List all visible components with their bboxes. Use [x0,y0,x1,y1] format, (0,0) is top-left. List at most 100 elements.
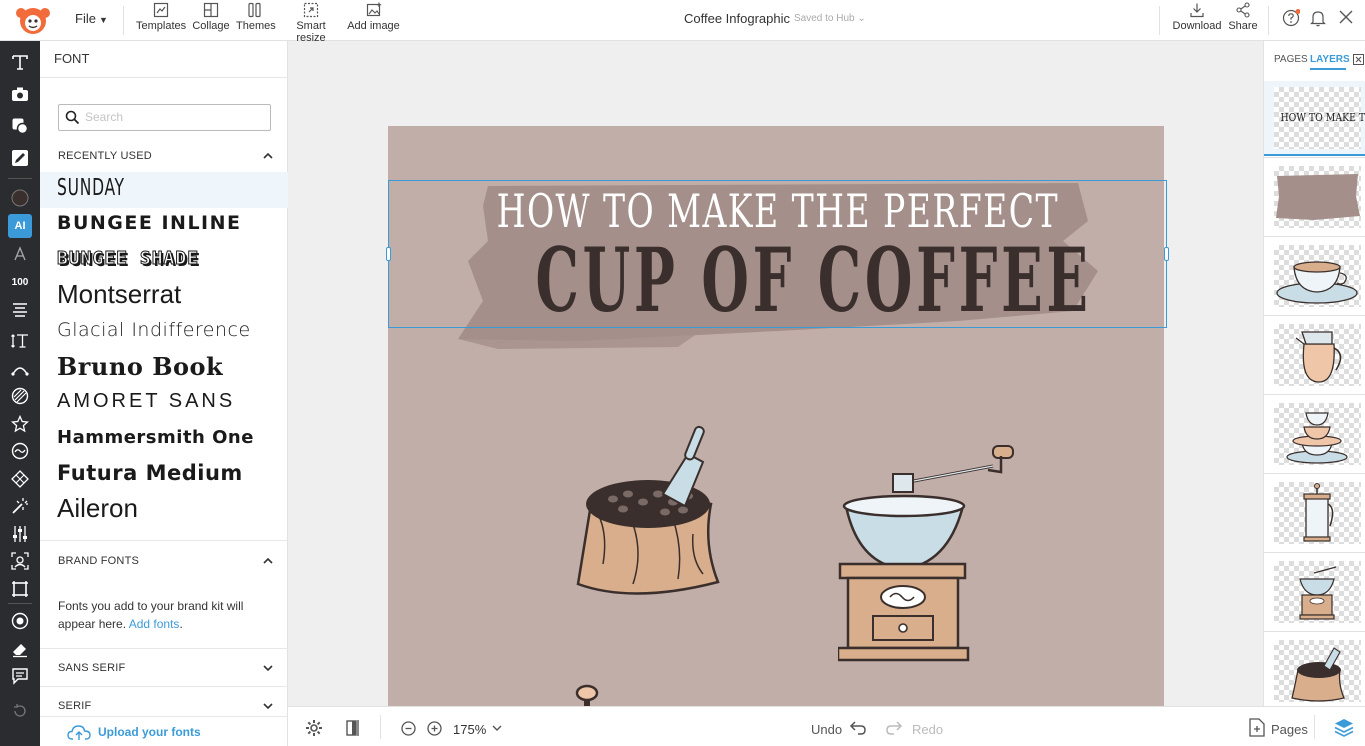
layer-cup[interactable] [1274,245,1361,307]
bell-icon[interactable] [1310,9,1326,27]
add-image-icon [366,2,381,17]
font-option[interactable]: BUNGEE SHADE [40,242,288,278]
share-icon [1236,2,1250,18]
divider [40,686,288,687]
font-option[interactable]: Bruno Book [40,349,288,385]
graphics-tool-button[interactable] [8,114,32,138]
layer-brush[interactable] [1274,166,1361,228]
font-option[interactable]: Futura Medium [40,456,288,492]
photo-tool-button[interactable] [8,82,32,106]
color-swatch-button[interactable] [8,186,32,210]
tab-layers[interactable]: LAYERS [1310,54,1350,65]
canvas-workspace[interactable]: HOW TO MAKE THE PERFECT CUP OF COFFEE [288,41,1263,706]
texture-button[interactable] [8,384,32,408]
app-logo[interactable] [11,4,55,36]
undo-icon[interactable] [849,720,867,736]
resize-handle-right[interactable] [1164,247,1169,261]
font-option[interactable]: Montserrat [40,277,288,313]
layers-icon[interactable] [1334,718,1354,737]
sans-serif-header[interactable]: SANS SERIF [58,662,125,674]
align-button[interactable] [8,298,32,322]
ai-writer-button[interactable]: AI [8,214,32,238]
font-name: BUNGEE SHADE [56,248,200,270]
layer-french-press[interactable] [1274,482,1361,544]
eraser-icon [13,644,27,658]
layer-stacked-cups[interactable] [1274,403,1361,465]
coffee-grinder-illustration[interactable] [838,444,1023,664]
tab-pages[interactable]: PAGES [1274,54,1308,65]
pages-button[interactable]: Pages [1271,722,1308,737]
zoom-in-icon[interactable] [427,721,442,736]
effects-button[interactable] [8,412,32,436]
line-spacing-icon [11,334,28,348]
compare-icon[interactable] [346,719,362,737]
collage-button[interactable]: Collage [192,2,230,38]
share-button[interactable]: Share [1228,2,1258,38]
transparency-button[interactable] [8,467,32,491]
upload-fonts-button[interactable]: Upload your fonts [40,716,288,746]
file-menu[interactable]: File ▼ [75,11,108,26]
document-title[interactable]: Coffee Infographic [684,11,790,26]
hub-button[interactable] [8,609,32,633]
comments-button[interactable] [8,664,32,688]
stacked-cups-thumbnail [1286,412,1348,464]
chevron-up-icon[interactable] [263,557,273,564]
face-icon [11,552,29,570]
spacing-button[interactable] [8,329,32,353]
font-search-input[interactable] [85,110,265,124]
font-option[interactable]: BUNGEE INLINE [40,207,288,243]
chevron-down-icon[interactable] [263,703,273,710]
partial-illustration[interactable] [574,684,600,706]
chevron-down-icon[interactable] [492,725,502,732]
help-icon[interactable] [1282,9,1300,27]
font-size-button[interactable]: 100 [8,270,32,294]
font-option[interactable]: AMORET SANS [40,385,288,421]
undo-label[interactable]: Undo [811,722,842,737]
close-icon[interactable] [1353,54,1364,65]
divider [1314,715,1315,739]
layer-grinder[interactable] [1274,561,1361,623]
templates-button[interactable]: Templates [136,2,186,38]
history-button[interactable] [8,699,32,723]
layer-bean-sack[interactable] [1274,640,1361,702]
draw-tool-button[interactable] [8,146,32,170]
font-option[interactable]: SUNDAY [40,172,288,208]
crop-button[interactable] [8,577,32,601]
font-search-field[interactable] [58,104,271,131]
font-option[interactable]: Hammersmith One [40,421,288,457]
font-name: BUNGEE INLINE [57,212,242,234]
add-page-icon[interactable] [1249,718,1265,737]
recently-used-header[interactable]: RECENTLY USED [58,150,152,162]
curve-text-button[interactable] [8,357,32,381]
themes-button[interactable]: Themes [236,2,276,38]
zoom-level[interactable]: 175% [453,722,486,737]
smart-resize-button[interactable]: Smart resize [281,2,341,44]
font-style-button[interactable] [8,242,32,266]
close-icon[interactable] [1338,9,1354,25]
font-option[interactable]: Aileron [40,491,288,527]
coffee-bean-sack-illustration[interactable] [573,424,723,604]
add-image-button[interactable]: Add image [347,2,400,38]
text-selection-box[interactable] [386,180,1169,328]
redo-icon[interactable] [885,720,903,736]
add-fonts-link[interactable]: Add fonts [129,617,180,631]
font-option[interactable]: Glacial Indifference [40,314,288,350]
chevron-down-icon[interactable] [263,665,273,672]
save-status[interactable]: Saved to Hub ⌄ [794,13,866,24]
redo-label[interactable]: Redo [912,722,943,737]
eraser-button[interactable] [8,637,32,661]
zoom-out-icon[interactable] [401,721,416,736]
text-tool-button[interactable] [8,50,32,74]
download-button[interactable]: Download [1170,2,1224,38]
brand-fonts-header[interactable]: BRAND FONTS [58,555,139,567]
layer-kettle[interactable] [1274,324,1361,386]
magic-wand-button[interactable] [8,494,32,518]
filters-button[interactable] [8,439,32,463]
face-edit-button[interactable] [8,549,32,573]
serif-header[interactable]: SERIF [58,700,91,712]
adjust-button[interactable] [8,522,32,546]
chevron-up-icon[interactable] [263,152,273,159]
settings-icon[interactable] [305,719,323,737]
layer-text[interactable]: HOW TO MAKE THE [1274,87,1365,149]
resize-handle-left[interactable] [386,247,391,261]
